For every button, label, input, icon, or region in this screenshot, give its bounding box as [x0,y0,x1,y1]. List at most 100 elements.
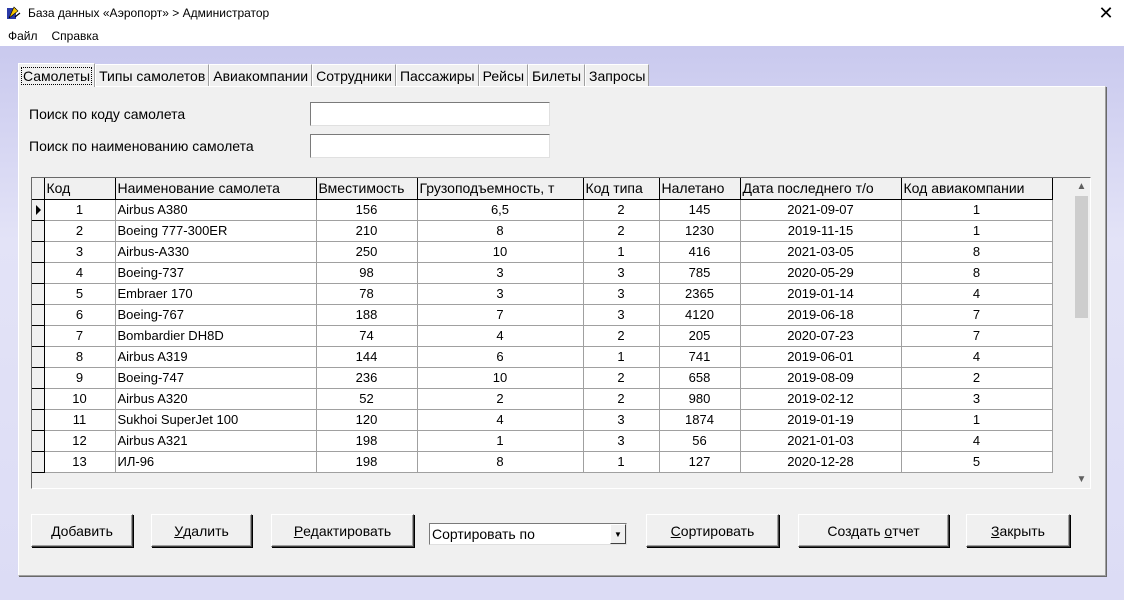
table-cell[interactable]: 4120 [659,304,741,326]
table-cell[interactable]: 3 [583,304,660,326]
row-indicator[interactable] [32,430,45,452]
column-header[interactable]: Код типа [583,178,660,200]
row-indicator[interactable] [32,241,45,263]
table-cell[interactable]: 6,5 [417,199,584,221]
table-cell[interactable]: 98 [316,262,418,284]
table-cell[interactable]: 785 [659,262,741,284]
column-header[interactable]: Дата последнего т/о [740,178,902,200]
delete-button[interactable]: Удалить [151,514,252,547]
table-cell[interactable]: 210 [316,220,418,242]
table-cell[interactable]: 250 [316,241,418,263]
table-cell[interactable]: 3 [583,409,660,431]
tab-queries[interactable]: Запросы [585,64,650,86]
row-indicator[interactable] [32,262,45,284]
table-cell[interactable]: 1 [44,199,116,221]
table-cell[interactable]: 2019-08-09 [740,367,902,389]
menu-file[interactable]: Файл [8,29,38,43]
table-cell[interactable]: 7 [417,304,584,326]
table-cell[interactable]: 198 [316,451,418,473]
column-header[interactable]: Грузоподъемность, т [417,178,584,200]
table-cell[interactable]: 2 [583,199,660,221]
tab-plane-types[interactable]: Типы самолетов [95,64,210,86]
table-cell[interactable]: 9 [44,367,116,389]
table-cell[interactable]: 10 [417,367,584,389]
column-header[interactable]: Код авиакомпании [901,178,1053,200]
row-indicator[interactable] [32,388,45,410]
table-row[interactable]: 12 Airbus A321 198 1 3 56 2021-01-03 4 [32,430,1053,452]
row-indicator[interactable] [32,220,45,242]
row-indicator[interactable] [32,304,45,326]
tab-flights[interactable]: Рейсы [478,64,529,86]
table-cell[interactable]: 2020-07-23 [740,325,902,347]
table-cell[interactable]: 13 [44,451,116,473]
scroll-thumb[interactable] [1075,196,1088,318]
table-cell[interactable]: 4 [901,346,1053,368]
row-indicator[interactable] [32,283,45,305]
table-cell[interactable]: 8 [417,451,584,473]
table-cell[interactable]: 4 [417,409,584,431]
table-cell[interactable]: 2021-01-03 [740,430,902,452]
dropdown-arrow-icon[interactable]: ▼ [610,524,626,544]
table-cell[interactable]: 74 [316,325,418,347]
table-cell[interactable]: 3 [417,262,584,284]
table-cell[interactable]: Boeing 777-300ER [115,220,317,242]
table-row[interactable]: 10 Airbus A320 52 2 2 980 2019-02-12 3 [32,388,1053,410]
row-indicator[interactable] [32,325,45,347]
table-cell[interactable]: 3 [583,262,660,284]
search-by-name-input[interactable] [310,134,550,158]
table-cell[interactable]: Airbus A380 [115,199,317,221]
table-cell[interactable]: 1 [583,451,660,473]
table-cell[interactable]: 2019-01-19 [740,409,902,431]
table-cell[interactable]: 6 [44,304,116,326]
row-indicator[interactable] [32,199,45,221]
table-cell[interactable]: Airbus A321 [115,430,317,452]
table-cell[interactable]: 2365 [659,283,741,305]
table-cell[interactable]: 1 [901,409,1053,431]
table-cell[interactable]: ИЛ-96 [115,451,317,473]
table-cell[interactable]: 7 [901,325,1053,347]
table-cell[interactable]: 658 [659,367,741,389]
table-cell[interactable]: 2 [583,325,660,347]
table-cell[interactable]: 1 [583,241,660,263]
table-cell[interactable]: 5 [44,283,116,305]
column-header[interactable]: Вместимость [316,178,418,200]
sort-field-select[interactable]: Сортировать по ▼ [429,523,627,545]
table-cell[interactable]: 11 [44,409,116,431]
table-cell[interactable]: Sukhoi SuperJet 100 [115,409,317,431]
table-cell[interactable]: Boeing-767 [115,304,317,326]
table-row[interactable]: 3 Airbus-A330 250 10 1 416 2021-03-05 8 [32,241,1053,263]
table-cell[interactable]: Bombardier DH8D [115,325,317,347]
table-cell[interactable]: 2 [583,220,660,242]
menu-help[interactable]: Справка [52,29,99,43]
table-cell[interactable]: 2019-01-14 [740,283,902,305]
table-cell[interactable]: 2019-02-12 [740,388,902,410]
close-button[interactable]: Закрыть [966,514,1070,547]
column-header[interactable]: Код [44,178,116,200]
table-cell[interactable]: 145 [659,199,741,221]
table-row[interactable]: 1 Airbus A380 156 6,5 2 145 2021-09-07 1 [32,199,1053,221]
table-cell[interactable]: 205 [659,325,741,347]
table-cell[interactable]: Airbus-A330 [115,241,317,263]
tab-employees[interactable]: Сотрудники [312,64,396,86]
table-cell[interactable]: 741 [659,346,741,368]
row-indicator[interactable] [32,367,45,389]
table-cell[interactable]: Boeing-747 [115,367,317,389]
table-cell[interactable]: 4 [901,283,1053,305]
table-cell[interactable]: 2020-05-29 [740,262,902,284]
table-cell[interactable]: 78 [316,283,418,305]
table-cell[interactable]: 1874 [659,409,741,431]
tab-tickets[interactable]: Билеты [528,64,586,86]
table-cell[interactable]: 156 [316,199,418,221]
table-cell[interactable]: 12 [44,430,116,452]
table-cell[interactable]: 2 [901,367,1053,389]
tab-airlines[interactable]: Авиакомпании [209,64,313,86]
table-cell[interactable]: 198 [316,430,418,452]
table-cell[interactable]: 7 [901,304,1053,326]
table-cell[interactable]: 5 [901,451,1053,473]
tab-planes[interactable]: Самолеты [18,63,96,87]
table-cell[interactable]: 10 [44,388,116,410]
table-cell[interactable]: 3 [44,241,116,263]
table-cell[interactable]: 3 [583,283,660,305]
table-cell[interactable]: 120 [316,409,418,431]
table-cell[interactable]: 3 [583,430,660,452]
